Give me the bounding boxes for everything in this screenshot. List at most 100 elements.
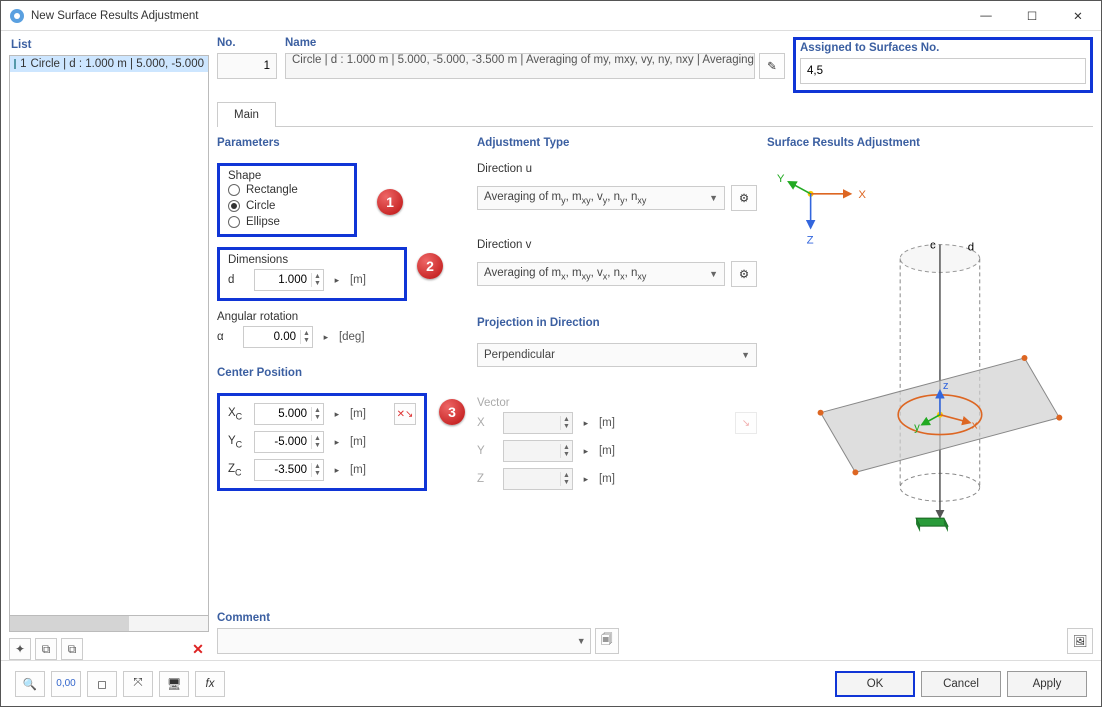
vec-x-more: ▸ (579, 418, 593, 429)
pick-center-button[interactable]: ✕↘ (394, 403, 416, 425)
spinner-icon[interactable]: ▲▼ (311, 463, 323, 477)
dim-d-input[interactable]: ▲▼ (254, 269, 324, 291)
xc-input[interactable]: ▲▼ (254, 403, 324, 425)
callout-2: 2 (417, 253, 443, 279)
radio-icon (228, 216, 240, 228)
spinner-icon[interactable]: ▲▼ (311, 407, 323, 421)
alpha-unit: [deg] (339, 331, 365, 343)
spinner-icon[interactable]: ▲▼ (311, 435, 323, 449)
projection-title: Projection in Direction (477, 317, 757, 329)
diru-label: Direction u (477, 163, 757, 175)
yc-unit: [m] (350, 436, 366, 448)
zc-more[interactable]: ▸ (330, 465, 344, 476)
no-box: No. (217, 37, 277, 79)
tab-main[interactable]: Main (217, 102, 276, 127)
alpha-input[interactable]: ▲▼ (243, 326, 313, 348)
d-label: d (968, 242, 974, 254)
assigned-box: Assigned to Surfaces No. ✕↘ 4 (793, 37, 1093, 93)
comment-library-button[interactable]: 🗐 (595, 628, 619, 654)
assigned-input[interactable] (800, 58, 1086, 84)
zc-input[interactable]: ▲▼ (254, 459, 324, 481)
notes-icon: 🗐 (601, 632, 613, 651)
zc-row: ZC ▲▼ ▸ [m] (228, 456, 416, 484)
radio-icon (228, 200, 240, 212)
spinner-icon[interactable]: ▲▼ (300, 330, 312, 344)
axes-button[interactable]: ⤧ (123, 671, 153, 697)
app-icon (9, 8, 25, 24)
comment-box: Comment ▼ 🗐 (217, 612, 619, 654)
adjustment-column: Adjustment Type Direction u Averaging of… (477, 137, 757, 608)
cancel-button[interactable]: Cancel (921, 671, 1001, 697)
view-button[interactable]: 🖥 (159, 671, 189, 697)
dimensions-group: Dimensions d ▲▼ ▸ [m] (217, 247, 407, 301)
xc-more[interactable]: ▸ (330, 409, 344, 420)
parameters-title: Parameters (217, 137, 467, 149)
list-item-text: Circle | d : 1.000 m | 5.000, -5.000 (31, 58, 204, 70)
origin-button[interactable]: ◻ (87, 671, 117, 697)
list-box[interactable]: 1 Circle | d : 1.000 m | 5.000, -5.000 (9, 55, 209, 616)
shape-label: Shape (228, 170, 346, 182)
yc-label: YC (228, 435, 248, 449)
function-button[interactable]: fx (195, 671, 225, 697)
vector-label: Vector (477, 397, 757, 409)
dim-d-row: d ▲▼ ▸ [m] (228, 266, 396, 294)
alpha-row: α ▲▼ ▸ [deg] (217, 323, 467, 351)
name-input[interactable]: Circle | d : 1.000 m | 5.000, -5.000, -3… (285, 53, 755, 79)
diru-settings-button[interactable]: ⚙ (731, 185, 757, 211)
yc-more[interactable]: ▸ (330, 437, 344, 448)
fx-icon: fx (206, 678, 215, 690)
vec-y-input: ▲▼ (503, 440, 573, 462)
dirv-select[interactable]: Averaging of mx, mxy, vx, nx, nxy ▼ (477, 262, 725, 286)
list-item-icon (14, 59, 16, 69)
list-scrollbar[interactable] (9, 616, 209, 632)
list-item[interactable]: 1 Circle | d : 1.000 m | 5.000, -5.000 (10, 56, 208, 72)
vec-z-input: ▲▼ (503, 468, 573, 490)
yc-input[interactable]: ▲▼ (254, 431, 324, 453)
shape-group: Shape Rectangle Circle Ellipse (217, 163, 357, 237)
dim-d-label: d (228, 274, 248, 286)
spinner-icon: ▲▼ (560, 416, 572, 430)
yc-row: YC ▲▼ ▸ [m] (228, 428, 416, 456)
dim-d-unit: [m] (350, 274, 366, 286)
radio-ellipse[interactable]: Ellipse (228, 214, 346, 230)
copy-item-button[interactable]: ⧉ (35, 638, 57, 660)
minimize-button[interactable]: — (963, 1, 1009, 30)
alpha-more[interactable]: ▸ (319, 332, 333, 343)
monitor-icon: 🖥 (167, 677, 182, 691)
list-item-no: 1 (20, 58, 26, 70)
vec-x-label: X (477, 417, 497, 429)
zc-unit: [m] (350, 464, 366, 476)
delete-item-button[interactable]: ✕ (187, 638, 209, 660)
new-item-button[interactable]: ✦ (9, 638, 31, 660)
close-button[interactable]: ✕ (1055, 1, 1101, 30)
dim-d-more[interactable]: ▸ (330, 275, 344, 286)
assigned-label: Assigned to Surfaces No. (800, 42, 1086, 58)
diru-select[interactable]: Averaging of my, mxy, vy, ny, nxy ▼ (477, 186, 725, 210)
preview-image-button[interactable]: 🖼 (1067, 628, 1093, 654)
titlebar: New Surface Results Adjustment — ☐ ✕ (1, 1, 1101, 31)
edit-name-button[interactable]: ✎ (759, 53, 785, 79)
chevron-down-icon: ▼ (709, 193, 718, 203)
comment-input[interactable]: ▼ (217, 628, 591, 654)
ok-button[interactable]: OK (835, 671, 915, 697)
radio-rectangle[interactable]: Rectangle (228, 182, 346, 198)
dirv-settings-button[interactable]: ⚙ (731, 261, 757, 287)
name-box: Name Circle | d : 1.000 m | 5.000, -5.00… (285, 37, 785, 79)
pick-vector-button: ↘ (735, 412, 757, 434)
projection-select[interactable]: Perpendicular ▼ (477, 343, 757, 367)
units-button[interactable]: 0,00 (51, 671, 81, 697)
radio-circle[interactable]: Circle (228, 198, 346, 214)
axes-icon: ⤧ (133, 677, 142, 690)
origin-icon: ◻ (97, 677, 107, 691)
maximize-button[interactable]: ☐ (1009, 1, 1055, 30)
list-toolbar: ✦ ⧉ ⧉ ✕ (9, 632, 209, 660)
svg-text:x: x (972, 420, 978, 432)
help-button[interactable]: 🔍 (15, 671, 45, 697)
spinner-icon[interactable]: ▲▼ (311, 273, 323, 287)
apply-button[interactable]: Apply (1007, 671, 1087, 697)
center-group: XC ▲▼ ▸ [m] ✕↘ YC ▲▼ ▸ [m] (217, 393, 427, 491)
name-label: Name (285, 37, 785, 53)
no-input[interactable] (217, 53, 277, 79)
copy-item-button-2[interactable]: ⧉ (61, 638, 83, 660)
preview-canvas: X Y Z (767, 163, 1093, 543)
